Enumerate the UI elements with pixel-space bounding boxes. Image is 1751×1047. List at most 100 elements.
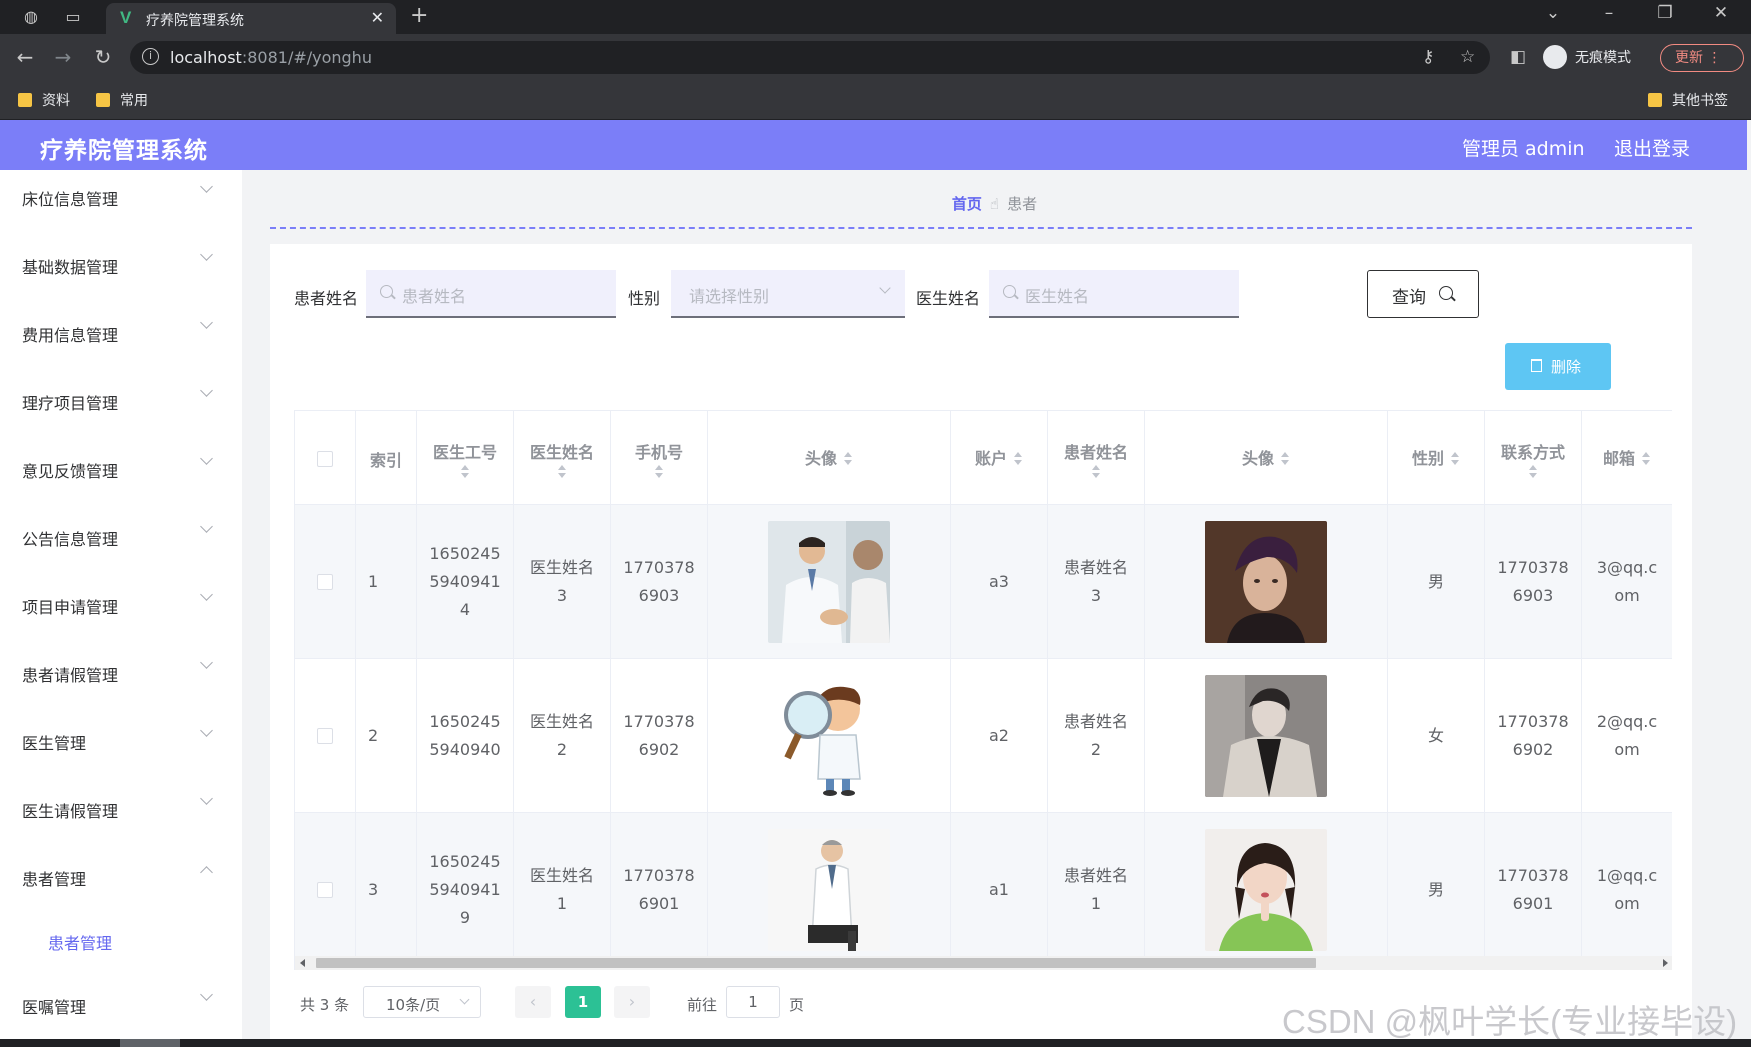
row-checkbox[interactable]: [317, 574, 333, 590]
sidebar-item-doctor[interactable]: 医生管理: [0, 714, 242, 782]
sort-caret-icon[interactable]: [557, 464, 567, 479]
reload-icon[interactable]: ↻: [90, 45, 116, 69]
minimize-icon[interactable]: –: [1594, 3, 1624, 23]
tab-list-chevron-icon[interactable]: ⌄: [1538, 3, 1568, 23]
bookmark-folder[interactable]: 资料: [18, 90, 70, 110]
logout-link[interactable]: 退出登录: [1614, 134, 1690, 161]
col-contact[interactable]: 联系方式: [1485, 411, 1582, 506]
col-email[interactable]: 邮箱: [1582, 411, 1672, 506]
sidebar-item-notice[interactable]: 公告信息管理: [0, 510, 242, 578]
sidebar-menu: 床位信息管理 基础数据管理 费用信息管理 理疗项目管理 意见反馈管理 公告信息管…: [0, 170, 242, 1039]
sort-caret-icon[interactable]: [1280, 451, 1290, 466]
sidebar-item-doctor-leave[interactable]: 医生请假管理: [0, 782, 242, 850]
sort-caret-icon[interactable]: [1091, 464, 1101, 479]
tab-close-icon[interactable]: ✕: [371, 8, 384, 27]
row-checkbox-cell[interactable]: [295, 505, 356, 659]
select-all-checkbox-cell[interactable]: [295, 411, 356, 506]
other-bookmarks[interactable]: 其他书签: [1648, 90, 1728, 110]
doctor-name-input[interactable]: 医生姓名: [989, 270, 1239, 318]
update-button[interactable]: 更新 ⋮: [1660, 44, 1744, 72]
sort-caret-icon[interactable]: [1013, 451, 1023, 466]
sort-caret-icon[interactable]: [1528, 464, 1538, 479]
table-row[interactable]: 2 16502455940940 医生姓名2 17703786902 a2 患者…: [295, 659, 1672, 813]
man-in-coat-portrait[interactable]: [1205, 675, 1327, 797]
sidebar-item-fees[interactable]: 费用信息管理: [0, 306, 242, 374]
breadcrumb: 首页 ☝ 患者: [242, 193, 1747, 214]
back-arrow-icon[interactable]: ←: [12, 45, 38, 69]
sidebar-item-feedback[interactable]: 意见反馈管理: [0, 442, 242, 510]
young-man-portrait[interactable]: [1205, 521, 1327, 643]
sidebar-subitem-patient-manage[interactable]: 患者管理: [48, 930, 112, 954]
sidebar-item-patient[interactable]: 患者管理: [0, 850, 242, 918]
col-doctor-id[interactable]: 医生工号: [417, 411, 514, 506]
gender-select[interactable]: 请选择性别: [671, 270, 905, 318]
row-checkbox-cell[interactable]: [295, 813, 356, 967]
scrollbar-thumb[interactable]: [316, 958, 1316, 968]
chevron-down-icon: [200, 988, 213, 1001]
scroll-right-icon[interactable]: [1663, 959, 1668, 967]
breadcrumb-home[interactable]: 首页: [952, 195, 982, 213]
chevron-down-icon: [200, 792, 213, 805]
doctor-consult-photo[interactable]: [768, 521, 890, 643]
window-close-icon[interactable]: ✕: [1706, 3, 1736, 23]
bookmark-folder[interactable]: 常用: [96, 90, 148, 110]
col-patient-name[interactable]: 患者姓名: [1048, 411, 1145, 506]
url-field[interactable]: i localhost:8081/#/yonghu ⚷ ☆: [130, 41, 1490, 74]
cell-index: 1: [356, 505, 417, 659]
bookmark-star-icon[interactable]: ☆: [1460, 47, 1475, 67]
window-bottom-scrollbar: [0, 1039, 1751, 1047]
page-number-current[interactable]: 1: [565, 986, 601, 1018]
incognito-globe-icon[interactable]: ◍: [20, 7, 42, 27]
sort-caret-icon[interactable]: [1450, 451, 1460, 466]
row-checkbox[interactable]: [317, 882, 333, 898]
next-page-button[interactable]: ›: [614, 986, 650, 1018]
prev-page-button[interactable]: ‹: [515, 986, 551, 1018]
table-row[interactable]: 3 16502455940941 9 医生姓名1 17703786901 a1 …: [295, 813, 1672, 967]
incognito-icon: [1543, 45, 1567, 69]
col-account[interactable]: 账户: [951, 411, 1048, 506]
site-info-icon[interactable]: i: [142, 48, 159, 65]
restore-icon[interactable]: ❐: [1650, 3, 1680, 23]
side-panel-icon[interactable]: ◧: [1510, 47, 1526, 67]
row-checkbox-cell[interactable]: [295, 659, 356, 813]
query-button[interactable]: 查询: [1367, 270, 1479, 318]
url-text: localhost:8081/#/yonghu: [170, 48, 372, 67]
row-checkbox[interactable]: [317, 728, 333, 744]
sidebar-item-base-data[interactable]: 基础数据管理: [0, 238, 242, 306]
sidebar-item-medical-orders[interactable]: 医嘱管理: [0, 978, 242, 1039]
browser-tab[interactable]: V 疗养院管理系统 ✕: [106, 3, 396, 34]
incognito-profile[interactable]: 无痕模式: [1543, 44, 1631, 70]
col-patient-avatar[interactable]: 头像: [1145, 411, 1388, 506]
bookmarks-bar: 资料 常用 其他书签: [0, 80, 1751, 120]
sidebar-item-patient-leave[interactable]: 患者请假管理: [0, 646, 242, 714]
forward-arrow-icon[interactable]: →: [50, 45, 76, 69]
chevron-down-icon: [200, 452, 213, 465]
goto-page-input[interactable]: 1: [726, 986, 780, 1018]
col-doctor-name[interactable]: 医生姓名: [514, 411, 611, 506]
sort-caret-icon[interactable]: [1641, 451, 1651, 466]
sidebar-item-project-apply[interactable]: 项目申请管理: [0, 578, 242, 646]
scroll-left-icon[interactable]: [300, 959, 305, 967]
pagination-total: 共 3 条: [300, 996, 350, 1014]
cartoon-doctor-magnifier[interactable]: [768, 675, 890, 797]
cell-doctor-name: 医生姓名3: [514, 505, 611, 659]
tab-search-icon[interactable]: ▭: [62, 7, 84, 27]
page-size-select[interactable]: 10条/页: [363, 986, 481, 1018]
patient-name-input[interactable]: 患者姓名: [366, 270, 616, 318]
table-row[interactable]: 1 16502455940941 4 医生姓名3 17703786903 a3 …: [295, 505, 1672, 659]
key-icon[interactable]: ⚷: [1422, 47, 1434, 67]
col-gender[interactable]: 性别: [1388, 411, 1485, 506]
new-tab-icon[interactable]: +: [410, 3, 428, 28]
table-horizontal-scrollbar[interactable]: [295, 956, 1672, 970]
col-phone[interactable]: 手机号: [611, 411, 708, 506]
sidebar-item-bed-info[interactable]: 床位信息管理: [0, 170, 242, 238]
col-doctor-avatar[interactable]: 头像: [708, 411, 951, 506]
delete-button[interactable]: 删除: [1505, 343, 1611, 390]
sidebar-item-therapy[interactable]: 理疗项目管理: [0, 374, 242, 442]
girl-green-sweater-portrait[interactable]: [1205, 829, 1327, 951]
sort-caret-icon[interactable]: [843, 451, 853, 466]
sort-caret-icon[interactable]: [654, 464, 664, 479]
doctor-seated-photo[interactable]: [768, 829, 890, 951]
sort-caret-icon[interactable]: [460, 464, 470, 479]
select-all-checkbox[interactable]: [317, 450, 333, 467]
